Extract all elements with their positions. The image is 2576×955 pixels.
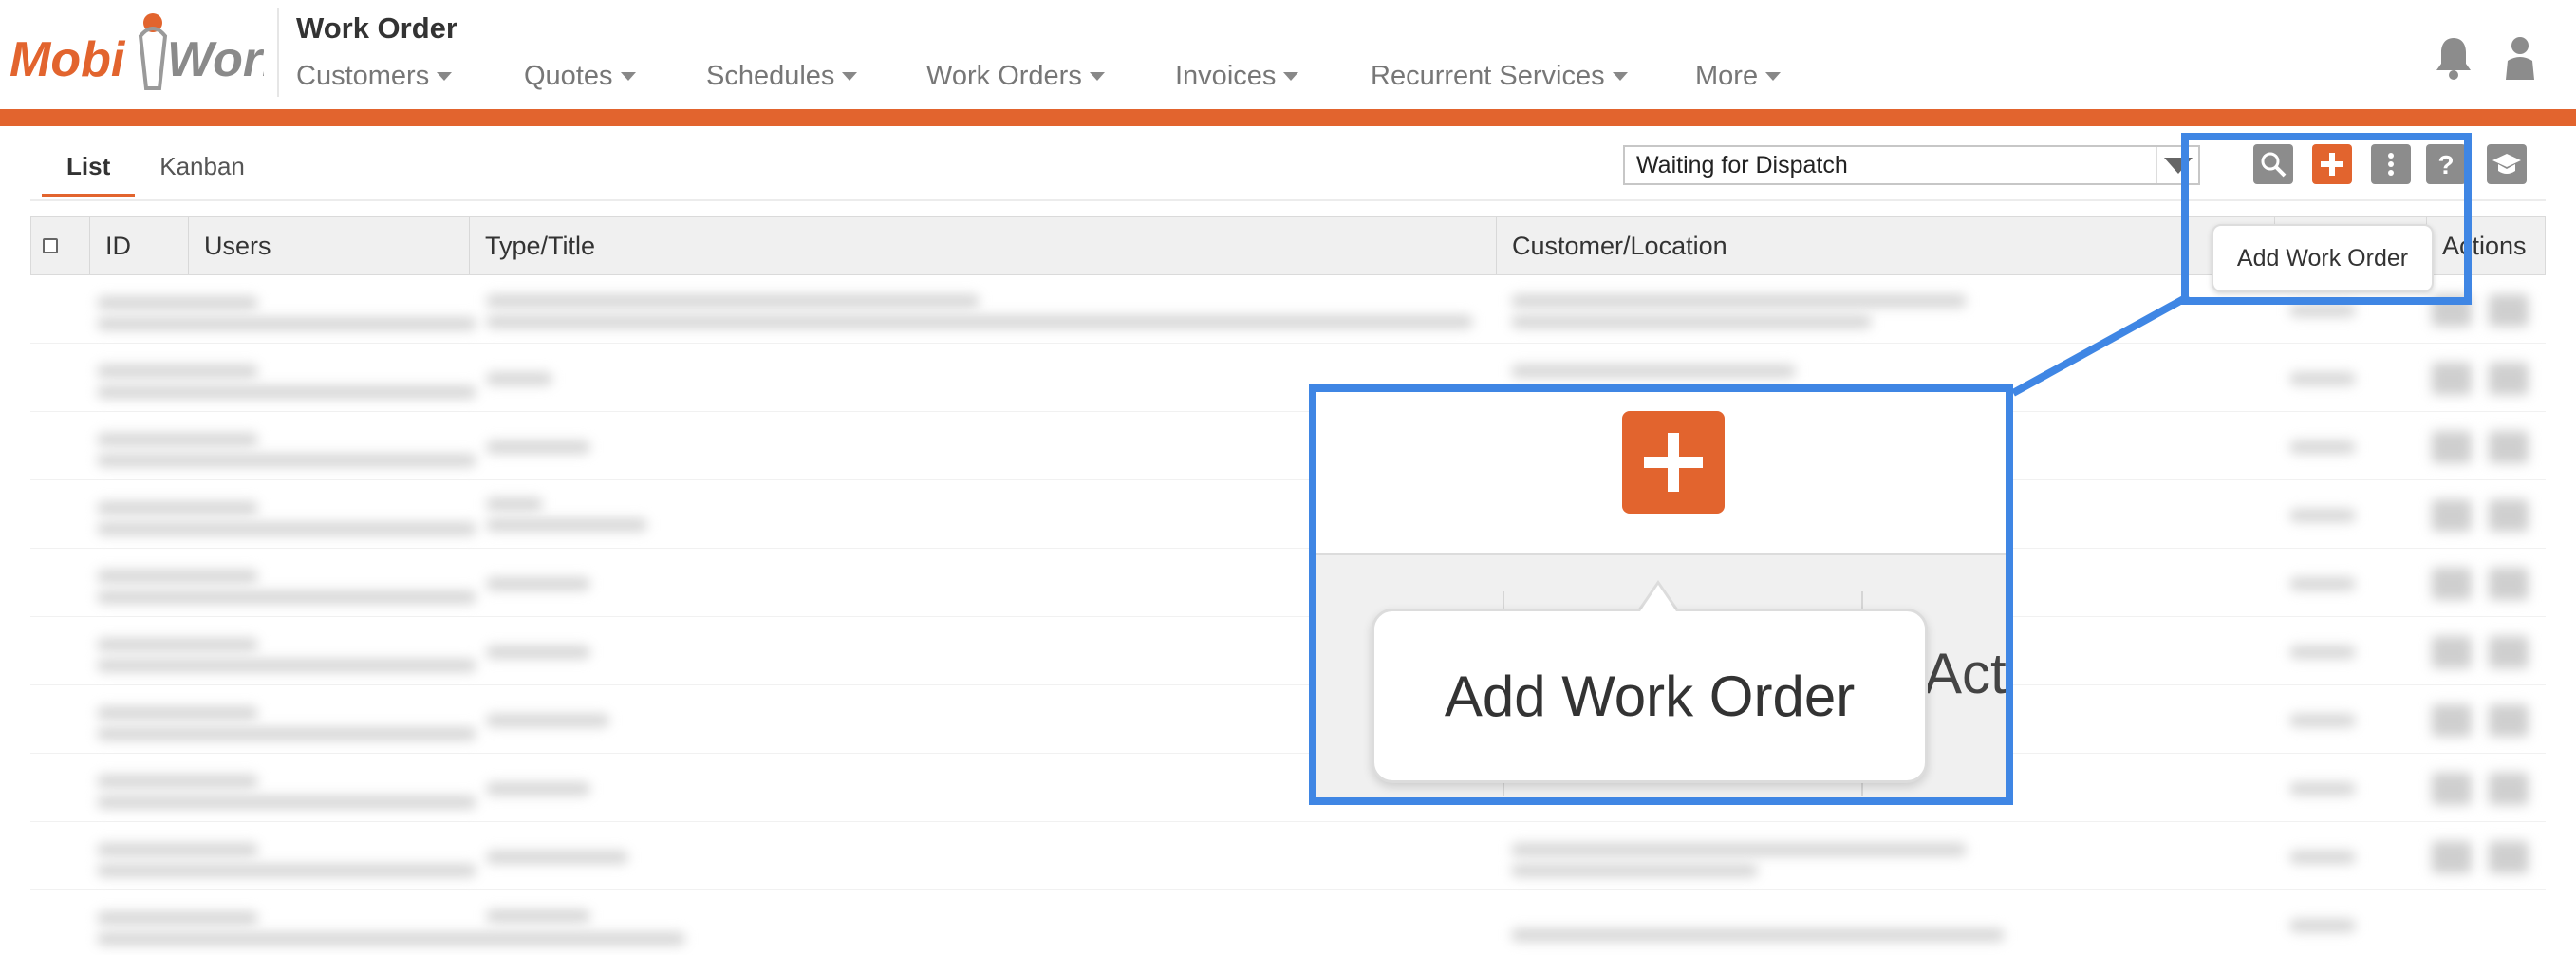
table-row[interactable] xyxy=(30,822,2546,890)
zoom-add-button xyxy=(1622,411,1725,514)
status-filter-value: Waiting for Dispatch xyxy=(1636,151,1848,178)
caret-down-icon xyxy=(1765,72,1782,81)
column-customer-location[interactable]: Customer/Location xyxy=(1497,217,2275,274)
highlight-box xyxy=(2181,133,2472,305)
table-row[interactable] xyxy=(30,412,2546,480)
nav-label: Recurrent Services xyxy=(1371,61,1605,91)
plus-icon xyxy=(1644,433,1703,492)
header-accent-bar xyxy=(0,109,2576,126)
nav-label: Schedules xyxy=(706,61,835,91)
svg-text:Mobi: Mobi xyxy=(9,32,126,87)
status-filter-select[interactable]: Waiting for Dispatch xyxy=(1623,145,2200,185)
nav-more[interactable]: More xyxy=(1695,61,1828,92)
nav-label: Work Orders xyxy=(926,61,1082,91)
table-body xyxy=(30,275,2546,955)
nav-work-orders[interactable]: Work Orders xyxy=(926,61,1175,92)
table-row[interactable] xyxy=(30,275,2546,344)
bell-icon[interactable] xyxy=(2428,32,2479,84)
table-row[interactable] xyxy=(30,685,2546,754)
nav-recurrent-services[interactable]: Recurrent Services xyxy=(1371,61,1695,92)
caret-down-icon xyxy=(842,72,858,81)
column-type-title[interactable]: Type/Title xyxy=(470,217,1497,274)
caret-down-icon xyxy=(1283,72,1299,81)
nav-schedules[interactable]: Schedules xyxy=(706,61,926,92)
user-icon[interactable] xyxy=(2494,32,2546,84)
select-all-checkbox[interactable] xyxy=(43,238,58,253)
tab-divider xyxy=(30,199,2546,201)
nav-label: Invoices xyxy=(1175,61,1277,91)
graduation-cap-icon xyxy=(2492,154,2521,174)
column-id[interactable]: ID xyxy=(90,217,189,274)
training-button[interactable] xyxy=(2487,144,2527,184)
tab-list[interactable]: List xyxy=(42,133,136,197)
table-row[interactable] xyxy=(30,890,2546,955)
zoom-tooltip: Add Work Order xyxy=(1372,609,1928,783)
column-users[interactable]: Users xyxy=(189,217,470,274)
zoom-actions-header: Acti xyxy=(1924,642,2013,705)
table-row[interactable] xyxy=(30,480,2546,549)
logo-divider xyxy=(277,8,279,97)
table-header: ID Users Type/Title Customer/Location Ac… xyxy=(30,216,2546,275)
table-row[interactable] xyxy=(30,754,2546,822)
zoom-callout: Acti Add Work Order xyxy=(1309,384,2013,805)
view-tabs: List Kanban xyxy=(42,133,270,197)
select-all-cell xyxy=(31,217,90,274)
page-title: Work Order xyxy=(296,11,457,45)
caret-down-icon xyxy=(437,72,453,81)
app-header: Mobi Work Work Order Customers Quotes Sc… xyxy=(0,0,2576,109)
nav-customers[interactable]: Customers xyxy=(296,61,524,92)
main-nav: Customers Quotes Schedules Work Orders I… xyxy=(296,61,1828,92)
nav-invoices[interactable]: Invoices xyxy=(1175,61,1371,92)
nav-quotes[interactable]: Quotes xyxy=(524,61,706,92)
table-row[interactable] xyxy=(30,344,2546,412)
svg-text:Work: Work xyxy=(167,32,264,87)
table-row[interactable] xyxy=(30,549,2546,617)
nav-label: Quotes xyxy=(524,61,613,91)
caret-down-icon xyxy=(620,72,636,81)
nav-label: More xyxy=(1695,61,1759,91)
tooltip-arrow-fill xyxy=(1640,585,1676,611)
tab-kanban[interactable]: Kanban xyxy=(135,133,270,197)
caret-down-icon xyxy=(1089,72,1105,81)
table-row[interactable] xyxy=(30,617,2546,685)
caret-down-icon xyxy=(1612,72,1628,81)
nav-label: Customers xyxy=(296,61,430,91)
mobiwork-logo[interactable]: Mobi Work xyxy=(8,8,264,95)
